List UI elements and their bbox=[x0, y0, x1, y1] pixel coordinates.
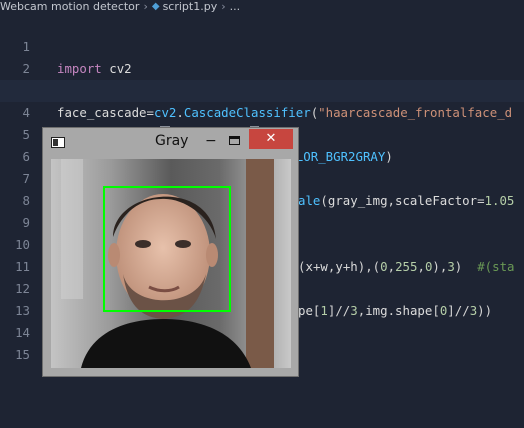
code-line[interactable]: 2 bbox=[0, 36, 524, 76]
window-title-bar[interactable]: Gray − ✕ bbox=[43, 128, 298, 158]
window-app-icon bbox=[51, 137, 65, 148]
code-line[interactable]: 3 face_cascade=cv2.CascadeClassifier("ha… bbox=[0, 58, 524, 120]
line-number: 15 bbox=[15, 347, 30, 362]
maximize-icon[interactable] bbox=[229, 136, 240, 145]
gray-image-window[interactable]: Gray − ✕ bbox=[42, 127, 299, 377]
detected-face-rectangle bbox=[103, 186, 231, 312]
face-photo bbox=[51, 159, 291, 368]
code-line[interactable]: 5 gray_img=cv2.cvtColor(img,cv2.COLOR_BG… bbox=[0, 102, 524, 164]
window-title: Gray bbox=[155, 133, 189, 149]
close-button[interactable]: ✕ bbox=[249, 129, 293, 149]
code-line-current[interactable]: 4 img=cv2.imread("photo.jpg") bbox=[0, 80, 524, 143]
code-line[interactable]: 1 import cv2 bbox=[0, 14, 524, 76]
minimize-icon[interactable]: − bbox=[205, 134, 219, 148]
